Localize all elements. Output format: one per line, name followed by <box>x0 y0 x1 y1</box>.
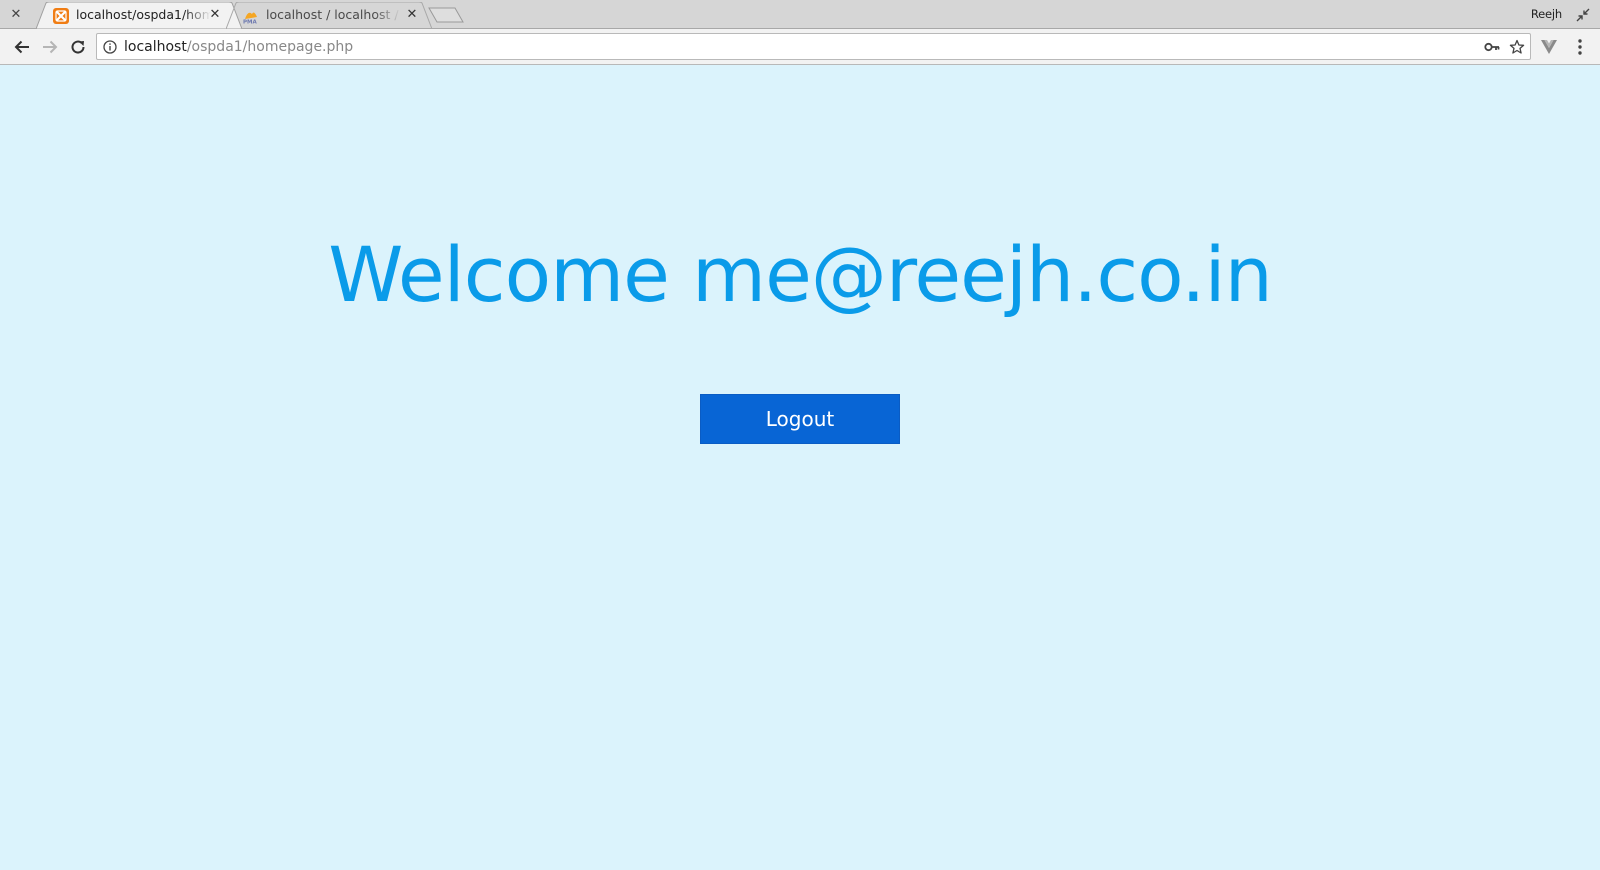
url-text[interactable]: localhost/ospda1/homepage.php <box>124 38 353 56</box>
reload-icon[interactable] <box>68 37 88 57</box>
bookmark-star-icon[interactable] <box>1509 39 1525 55</box>
browser-menu-icon[interactable] <box>1574 38 1586 56</box>
restore-window-icon[interactable] <box>1576 8 1590 22</box>
tab-active[interactable]: localhost/ospda1/homepage.php ✕ <box>36 2 242 29</box>
profile-name[interactable]: Reejh <box>1531 7 1562 21</box>
url-path: /ospda1/homepage.php <box>186 39 354 55</box>
info-icon[interactable] <box>103 40 117 54</box>
svg-text:PMA: PMA <box>243 20 258 25</box>
url-host: localhost <box>124 39 187 55</box>
window-close-icon[interactable]: ✕ <box>7 6 25 24</box>
tab-close-icon[interactable]: ✕ <box>404 7 420 23</box>
key-icon[interactable] <box>1484 40 1500 54</box>
new-tab-button[interactable] <box>428 7 464 23</box>
logout-button[interactable]: Logout <box>700 394 900 444</box>
tab-close-icon[interactable]: ✕ <box>207 7 223 23</box>
back-arrow-icon[interactable] <box>12 37 32 57</box>
address-bar[interactable]: localhost/ospda1/homepage.php <box>96 33 1531 60</box>
browser-toolbar: localhost/ospda1/homepage.php <box>0 29 1600 65</box>
tab-title: localhost/ospda1/homepage.php <box>76 7 211 22</box>
xampp-icon <box>53 8 69 24</box>
tab-title: localhost / localhost / web <box>266 7 401 22</box>
page-viewport: Welcome me@reejh.co.in Logout <box>0 65 1600 870</box>
forward-arrow-icon[interactable] <box>40 37 60 57</box>
welcome-heading: Welcome me@reejh.co.in <box>328 230 1273 319</box>
tab-inactive[interactable]: PMA localhost / localhost / web ✕ <box>226 2 432 29</box>
tab-strip: ✕ localhost/ospda1/homepage.php ✕ PMA lo… <box>0 0 1600 29</box>
vue-extension-icon[interactable] <box>1540 38 1558 56</box>
phpmyadmin-icon: PMA <box>243 12 258 25</box>
